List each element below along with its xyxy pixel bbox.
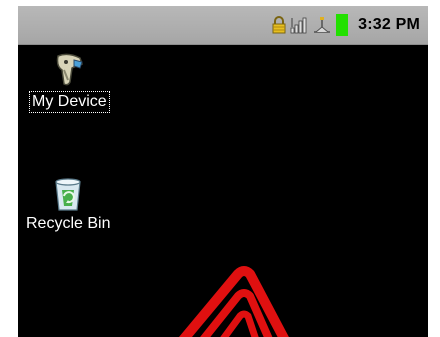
network-icon[interactable] <box>312 16 332 34</box>
scanner-device-icon <box>57 53 84 86</box>
signal-icon[interactable] <box>290 16 308 34</box>
desktop-icon-my-device[interactable]: My Device <box>29 52 110 113</box>
device-screen: 3:32 PM My Device Recycle Bin <box>18 6 428 337</box>
battery-icon[interactable] <box>336 14 349 36</box>
lock-icon[interactable] <box>272 16 286 34</box>
status-bar: 3:32 PM <box>18 6 428 45</box>
clock-time[interactable]: 3:32 PM <box>358 16 420 34</box>
desktop-icon-recycle-bin[interactable]: Recycle Bin <box>24 176 112 234</box>
my-device-label: My Device <box>29 91 110 113</box>
recycle-bin-icon <box>55 178 81 211</box>
recycle-bin-label: Recycle Bin <box>26 215 111 232</box>
brand-logo-icon <box>178 266 289 337</box>
status-icons: 3:32 PM <box>272 6 420 44</box>
